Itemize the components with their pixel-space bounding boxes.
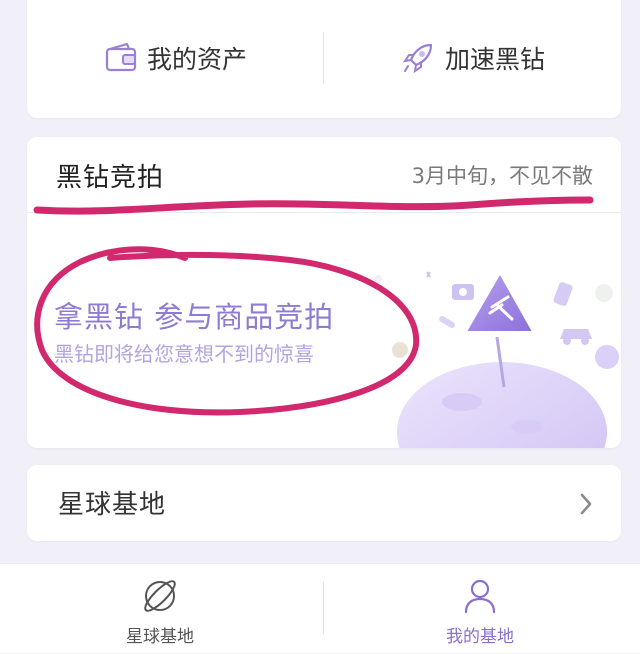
promo-subtitle: 黑钻即将给您意想不到的惊喜 [54,342,314,366]
tab-planet-base[interactable]: 星球基地 [0,564,320,654]
rocket-icon [402,43,433,74]
auction-title: 黑钻竞拍 [56,163,165,193]
my-assets-button[interactable]: 我的资产 [27,30,323,86]
accelerate-diamond-button[interactable]: 加速黑钻 [325,30,621,86]
my-assets-label: 我的资产 [146,45,247,74]
chevron-right-icon [580,493,592,515]
auction-illustration [374,269,619,448]
accelerate-label: 加速黑钻 [444,45,545,74]
wallet-icon [105,42,137,72]
person-icon [464,579,496,614]
planet-base-row[interactable]: 星球基地 [27,465,621,541]
divider [323,32,324,84]
planet-base-title: 星球基地 [58,490,167,520]
auction-card: 黑钻竞拍 3月中旬，不见不散 拿黑钻 参与商品竞拍 黑钻即将给您意想不到的惊喜 [27,137,621,448]
promo-title: 拿黑钻 参与商品竞拍 [54,300,335,334]
tab-my-base-label: 我的基地 [446,627,514,647]
auction-header: 黑钻竞拍 3月中旬，不见不散 [27,137,621,213]
auction-date-note: 3月中旬，不见不散 [411,164,593,188]
top-actions-card: 我的资产 加速黑钻 [27,0,621,118]
tab-planet-base-label: 星球基地 [126,627,194,647]
planet-icon [144,580,176,612]
tab-my-base[interactable]: 我的基地 [320,564,640,654]
bottom-tab-bar: 星球基地 我的基地 [0,563,640,653]
